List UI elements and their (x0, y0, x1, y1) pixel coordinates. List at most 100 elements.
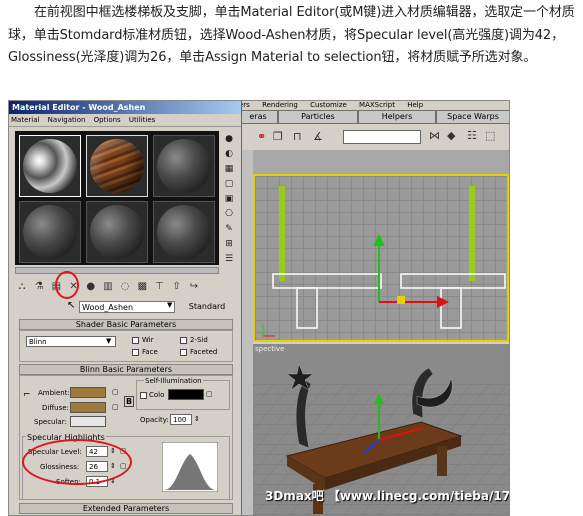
shader-dropdown[interactable]: Blinn (26, 336, 116, 347)
default-material-ball (90, 205, 144, 259)
render-icon[interactable]: ⬚ (485, 129, 495, 142)
ambient-lock-icon[interactable]: ⌐ (23, 390, 31, 400)
angle-snap-icon[interactable]: ∡ (313, 130, 323, 143)
viewport-label: spective (255, 345, 285, 353)
self-illum-color-swatch[interactable] (168, 389, 204, 400)
material-editor-icon[interactable]: ☷ (467, 129, 477, 142)
default-material-ball (157, 139, 211, 193)
specular-label: Specular: (34, 418, 67, 426)
diffuse-map-button[interactable]: ▢ (112, 403, 119, 411)
max-menu-bar: ers Rendering Customize MAXScript Help (239, 101, 509, 110)
wire-label: Wir (142, 336, 154, 344)
opacity-spinner[interactable]: ⇕ (194, 415, 200, 423)
sample-slots (15, 131, 219, 265)
material-type-button[interactable]: Standard (181, 301, 233, 313)
name-dropdown-arrow[interactable]: ▼ (167, 301, 172, 309)
ambient-label: Ambient: (38, 389, 70, 397)
sample-slot-1[interactable] (19, 135, 81, 197)
lock-ambient-diffuse-icon[interactable]: B (124, 396, 135, 407)
video-color-icon[interactable]: ▣ (222, 193, 236, 205)
blinn-basic-rollout[interactable]: Blinn Basic Parameters (19, 364, 233, 375)
put-to-library-icon[interactable]: ▥ (101, 281, 115, 292)
max-menu-item[interactable]: Customize (310, 101, 347, 109)
get-material-icon[interactable]: ⛬ (15, 281, 29, 292)
menu-material[interactable]: Material (11, 116, 39, 124)
material-name-field[interactable]: Wood_Ashen (79, 301, 175, 313)
material-effects-icon[interactable]: ◌ (118, 281, 132, 292)
bench-support-left (296, 287, 318, 329)
ambient-swatch[interactable] (70, 387, 106, 398)
tab-helpers[interactable]: Helpers (359, 111, 435, 123)
snap-icon[interactable]: ⊓ (293, 130, 302, 143)
main-toolbar: ⚭ ❐ ⊓ ∡ ⋈ ◆ ☷ ⬚ (239, 124, 509, 151)
select-by-material-icon[interactable]: ⊞ (222, 238, 236, 250)
make-preview-icon[interactable]: ⎔ (222, 208, 236, 220)
put-to-scene-icon[interactable]: ⚗ (32, 281, 46, 292)
sample-slot-6[interactable] (153, 201, 215, 263)
ambient-map-button[interactable]: ▢ (112, 388, 119, 396)
front-viewport[interactable] (253, 174, 509, 342)
shader-basic-rollout[interactable]: Shader Basic Parameters (19, 319, 233, 330)
wood-material-ball (90, 139, 144, 193)
two-sided-checkbox[interactable] (180, 337, 187, 344)
diffuse-swatch[interactable] (70, 402, 106, 413)
sample-slot-4[interactable] (19, 201, 81, 263)
front-viewport-canvas (262, 186, 506, 337)
default-material-ball (23, 205, 77, 259)
opacity-field[interactable]: 100 (170, 414, 192, 425)
bind-icon[interactable]: ❐ (273, 130, 283, 143)
material-toolbar: ⛬ ⚗ ▤ ✕ ● ▥ ◌ ▩ ⊤ ⇧ ↪ (15, 281, 201, 295)
backlight-icon[interactable]: ◐ (222, 148, 236, 160)
extended-params-rollout[interactable]: Extended Parameters (19, 503, 233, 514)
show-map-icon[interactable]: ▩ (135, 281, 149, 292)
shader-dropdown-arrow[interactable]: ▼ (106, 337, 111, 345)
sample-type-icon[interactable]: ● (222, 133, 236, 145)
bench-seat-left (272, 273, 382, 289)
menu-utilities[interactable]: Utilities (129, 116, 155, 124)
go-to-parent-icon[interactable]: ⇧ (170, 281, 184, 292)
material-navigator-icon[interactable]: ☰ (222, 253, 236, 265)
menu-options[interactable]: Options (94, 116, 121, 124)
gizmo-plane (397, 296, 405, 304)
shader-panel: Blinn ▼ Wir 2-Sid Face Faceted (19, 330, 233, 362)
bench-foot-right (437, 446, 447, 476)
bench-leg-left (279, 186, 285, 281)
show-end-result-icon[interactable]: ⊤ (153, 281, 167, 292)
highlight-specular-ring (22, 439, 132, 485)
background-icon[interactable]: ▦ (222, 163, 236, 175)
face-map-checkbox[interactable] (132, 349, 139, 356)
max-menu-item[interactable]: Rendering (262, 101, 298, 109)
diffuse-label: Diffuse: (42, 404, 69, 412)
screenshot-3dsmax: ers Rendering Customize MAXScript Help e… (8, 100, 510, 516)
mirror-icon[interactable]: ⋈ (429, 129, 440, 142)
self-illum-color-checkbox[interactable] (140, 392, 147, 399)
go-forward-icon[interactable]: ↪ (187, 281, 201, 292)
max-menu-item[interactable]: Help (407, 101, 423, 109)
tab-particles[interactable]: Particles (279, 111, 357, 123)
tab-space-warps[interactable]: Space Warps (437, 111, 509, 123)
sample-slot-2[interactable] (86, 135, 148, 197)
material-editor-title[interactable]: Material Editor - Wood_Ashen (9, 101, 241, 114)
bench-leg-right (469, 186, 475, 281)
menu-navigation[interactable]: Navigation (48, 116, 86, 124)
two-sided-label: 2-Sid (190, 336, 208, 344)
make-unique-icon[interactable]: ● (84, 281, 98, 292)
tab-cameras[interactable]: eras (239, 111, 277, 123)
faceted-label: Faceted (190, 348, 218, 356)
slots-scrollbar[interactable] (15, 267, 219, 274)
sample-uv-icon[interactable]: ▢ (222, 178, 236, 190)
sample-slot-3[interactable] (153, 135, 215, 197)
sample-slot-5[interactable] (86, 201, 148, 263)
link-icon[interactable]: ⚭ (257, 130, 266, 143)
self-illum-map-button[interactable]: ▢ (206, 390, 213, 398)
wire-checkbox[interactable] (132, 337, 139, 344)
align-icon[interactable]: ◆ (447, 129, 455, 142)
specular-swatch[interactable] (70, 416, 106, 427)
selection-set-dropdown[interactable] (343, 130, 421, 144)
faceted-checkbox[interactable] (180, 349, 187, 356)
blinn-panel: ⌐ Ambient: Diffuse: Specular: ▢ ▢ B Self… (19, 375, 233, 500)
options-icon[interactable]: ✎ (222, 223, 236, 235)
pick-material-icon[interactable]: ↖ (67, 300, 75, 311)
max-menu-item[interactable]: MAXScript (359, 101, 395, 109)
chrome-material-ball (23, 139, 77, 193)
